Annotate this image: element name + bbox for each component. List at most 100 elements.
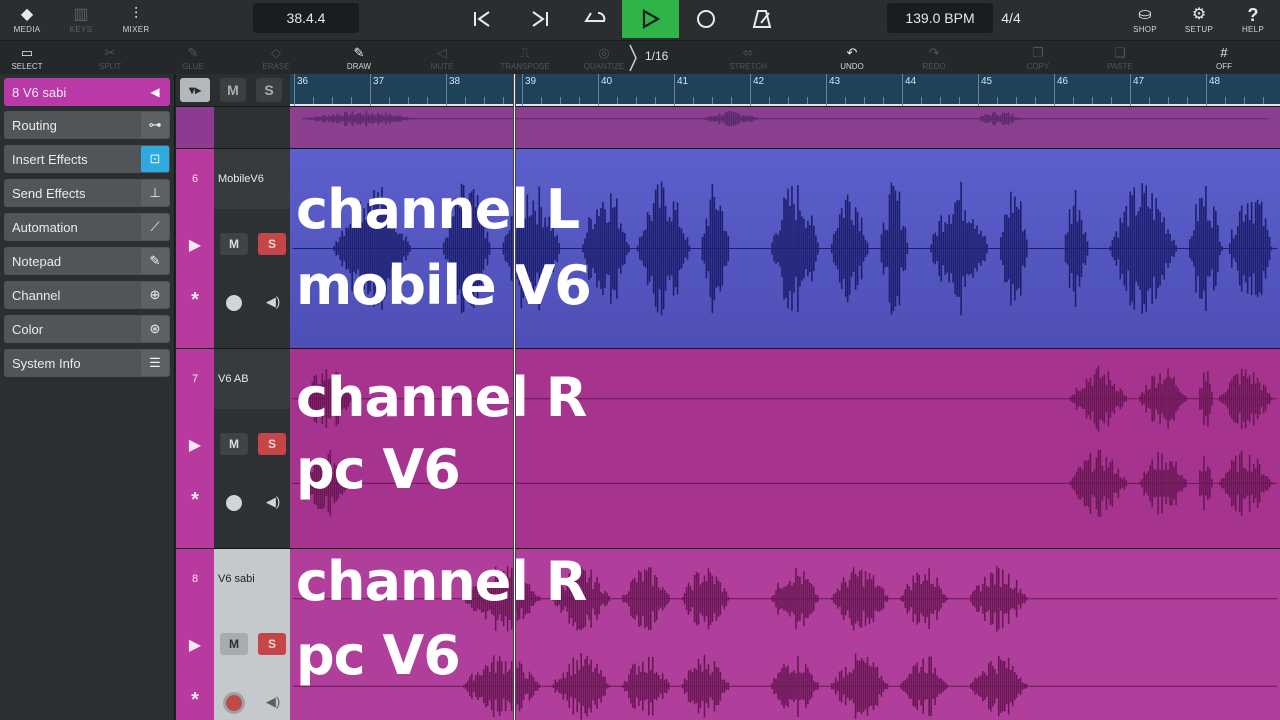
track-mute-button[interactable]: M: [220, 433, 248, 455]
quantize-tool[interactable]: ◎ QUANTIZE: [574, 41, 634, 75]
record-arm-button[interactable]: [226, 495, 242, 511]
track-name[interactable]: V6 AB: [218, 373, 249, 385]
track-header-partial[interactable]: [176, 106, 290, 148]
ruler-bar-tick: [598, 74, 599, 106]
record-button[interactable]: [686, 0, 726, 38]
signature-display[interactable]: 4/4: [994, 3, 1028, 33]
ruler-bar-tick: [826, 74, 827, 106]
track-settings-icon[interactable]: *: [186, 689, 204, 712]
undo-button[interactable]: ↶ UNDO: [822, 41, 882, 75]
play-button[interactable]: [622, 0, 679, 38]
grid-snap-button[interactable]: # OFF: [1194, 41, 1254, 75]
audio-event-v6sabi[interactable]: channel R pc V6: [290, 548, 1280, 720]
glue-tool[interactable]: ✎ GLUE: [163, 41, 223, 75]
erase-tool[interactable]: ◇ ERASE: [246, 41, 306, 75]
redo-button[interactable]: ↷ REDO: [904, 41, 964, 75]
track-settings-icon[interactable]: *: [186, 289, 204, 312]
mixer-icon: ⫶: [133, 5, 138, 23]
transpose-icon: ⎍: [520, 45, 530, 60]
ruler-beat-tick: [351, 97, 352, 104]
expand-track-icon[interactable]: ▶: [186, 235, 204, 255]
media-button[interactable]: ◆ MEDIA: [8, 0, 46, 40]
expand-track-icon[interactable]: ▶: [186, 635, 204, 655]
inspector-notepad[interactable]: Notepad ✎: [4, 247, 170, 275]
ruler-beat-tick: [997, 97, 998, 104]
track-settings-icon[interactable]: *: [186, 489, 204, 512]
rewind-to-start-button[interactable]: [463, 0, 503, 38]
shop-button[interactable]: ⛀ SHOP: [1126, 0, 1164, 40]
inspector-routing[interactable]: Routing ⊶: [4, 111, 170, 139]
track-solo-button[interactable]: S: [258, 233, 286, 255]
inspector-channel[interactable]: Channel ⊕: [4, 281, 170, 309]
track-options-icon[interactable]: ▾▸: [180, 78, 210, 102]
send-effects-icon: ⊥: [141, 180, 169, 206]
inspector-track-title[interactable]: 8 V6 sabi ◀: [4, 78, 170, 106]
position-display[interactable]: 38.4.4: [253, 3, 359, 33]
setup-button[interactable]: ⚙ SETUP: [1180, 0, 1218, 40]
track-header[interactable]: 7 V6 AB ▶ M S * ◀): [176, 348, 290, 548]
track-header[interactable]: 6 MobileV6 ▶ M S * ◀): [176, 148, 290, 348]
ruler-beat-tick: [541, 97, 542, 104]
track-lane-partial[interactable]: [290, 106, 1280, 148]
track-number: 8: [191, 573, 199, 585]
timeline-ruler[interactable]: 36 37 38 39 40 41 42 43 44 45 46 47 48: [290, 74, 1280, 106]
ruler-beat-tick: [579, 97, 580, 104]
quantize-chevron-icon: [629, 44, 637, 72]
track-mute-button[interactable]: M: [220, 233, 248, 255]
track-header-selected[interactable]: 8 V6 sabi ▶ M S * ◀): [176, 548, 290, 720]
paste-button[interactable]: ❏ PASTE: [1090, 41, 1150, 75]
track-mute-button[interactable]: M: [220, 633, 248, 655]
inspector-color[interactable]: Color ⊛: [4, 315, 170, 343]
routing-icon: ⊶: [141, 112, 169, 138]
split-tool[interactable]: ✂ SPLIT: [80, 41, 140, 75]
monitor-speaker-icon[interactable]: ◀): [264, 694, 282, 712]
playhead-cursor[interactable]: [513, 74, 516, 720]
draw-tool[interactable]: ✎ DRAW: [329, 41, 389, 75]
record-arm-button[interactable]: [226, 695, 242, 711]
arrange-view[interactable]: 36 37 38 39 40 41 42 43 44 45 46 47 48 channel L mob…: [290, 74, 1280, 720]
ruler-beat-tick: [655, 97, 656, 104]
ruler-bar-number: 38: [449, 76, 461, 87]
track-solo-button[interactable]: S: [258, 633, 286, 655]
select-tool[interactable]: ▭ SELECT: [0, 41, 57, 75]
metronome-button[interactable]: [742, 0, 782, 38]
stretch-tool[interactable]: ⬄ STRETCH: [718, 41, 778, 75]
channel-fader-icon: ⊕: [141, 282, 169, 308]
track-name[interactable]: MobileV6: [218, 173, 264, 185]
global-solo-button[interactable]: S: [256, 78, 282, 102]
mute-tool[interactable]: ◁ MUTE: [412, 41, 472, 75]
help-button[interactable]: ? HELP: [1234, 0, 1272, 40]
audio-event-v6ab[interactable]: channel R pc V6: [290, 348, 1280, 548]
overlay-caption-line2: pc V6: [296, 624, 461, 687]
ruler-bar-tick: [522, 74, 523, 106]
inspector-system-info[interactable]: System Info ☰: [4, 349, 170, 377]
tempo-display[interactable]: 139.0 BPM: [887, 3, 993, 33]
skip-forward-icon: [532, 11, 548, 27]
ruler-bar-number: 41: [677, 76, 689, 87]
global-mute-button[interactable]: M: [220, 78, 246, 102]
inspector-send-effects[interactable]: Send Effects ⊥: [4, 179, 170, 207]
ruler-bar-tick: [1130, 74, 1131, 106]
skip-back-icon: [474, 11, 490, 27]
ruler-beat-tick: [1225, 97, 1226, 104]
keys-button[interactable]: ▥ KEYS: [62, 0, 100, 40]
expand-track-icon[interactable]: ▶: [186, 435, 204, 455]
inspector-insert-effects[interactable]: Insert Effects ⊡: [4, 145, 170, 173]
quantize-value[interactable]: 1/16: [645, 49, 668, 63]
copy-button[interactable]: ❐ COPY: [1008, 41, 1068, 75]
inspector-automation[interactable]: Automation ⟋: [4, 213, 170, 241]
transpose-tool[interactable]: ⎍ TRANSPOSE: [495, 41, 555, 75]
record-arm-button[interactable]: [226, 295, 242, 311]
monitor-speaker-icon[interactable]: ◀): [264, 294, 282, 312]
shop-icon: ⛀: [1138, 5, 1152, 23]
monitor-speaker-icon[interactable]: ◀): [264, 494, 282, 512]
track-name[interactable]: V6 sabi: [218, 573, 255, 585]
skip-forward-button[interactable]: [519, 0, 559, 38]
ruler-bar-number: 43: [829, 76, 841, 87]
collapse-arrow-icon[interactable]: ◀: [141, 79, 169, 105]
audio-event-mobilev6[interactable]: channel L mobile V6: [290, 148, 1280, 348]
mixer-button[interactable]: ⫶ MIXER: [116, 0, 156, 40]
track-solo-button[interactable]: S: [258, 433, 286, 455]
loop-button[interactable]: [575, 0, 615, 38]
pencil-icon: ✎: [353, 45, 365, 60]
